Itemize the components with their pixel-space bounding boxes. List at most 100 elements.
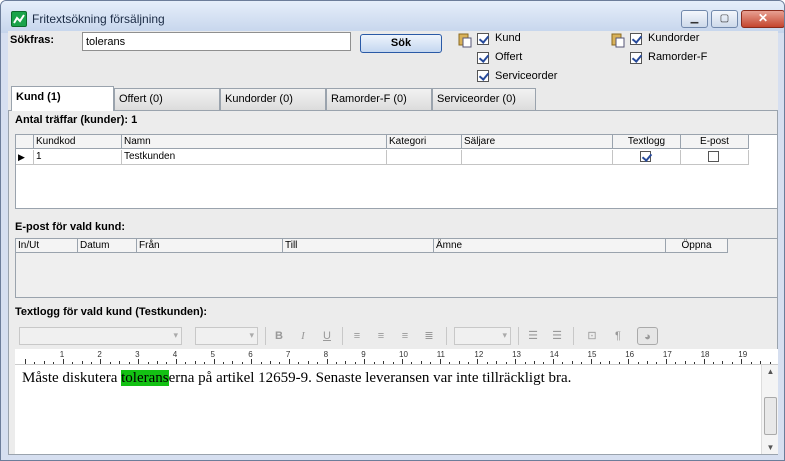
font-size-select[interactable] [195, 327, 258, 345]
ruler-tick [298, 362, 300, 364]
bullet-list-icon[interactable]: ☰ [548, 327, 566, 345]
text-editor[interactable]: Måste diskutera toleranserna på artikel … [15, 365, 778, 454]
ruler-tick [420, 361, 422, 364]
column-header-epost[interactable]: E-post [681, 135, 749, 149]
ruler-tick [81, 361, 83, 364]
align-right-icon[interactable]: ≡ [396, 327, 414, 345]
column-header-namn[interactable]: Namn [122, 135, 387, 149]
minimize-button[interactable]: ▁ [681, 10, 708, 28]
column-header-oppna[interactable]: Öppna [666, 239, 728, 253]
results-heading: Antal träffar (kunder): 1 [15, 114, 138, 126]
ruler-tick [166, 362, 168, 364]
ruler-tick [562, 362, 564, 364]
textlogg-checkbox[interactable] [640, 151, 651, 162]
scroll-down-icon[interactable]: ▼ [762, 443, 779, 452]
font-family-select[interactable] [19, 327, 182, 345]
ruler-tick [637, 362, 639, 364]
checkbox-label-offert: Offert [495, 51, 523, 63]
ruler-tick [449, 362, 451, 364]
palette-icon[interactable]: ◕ [637, 327, 658, 345]
align-center-icon[interactable]: ≡ [372, 327, 390, 345]
ruler-tick [185, 362, 187, 364]
checkbox-kund[interactable] [477, 33, 489, 45]
ruler-number: 6 [248, 350, 253, 359]
row-selector-arrow-icon[interactable]: ▶ [16, 150, 34, 165]
editor-content[interactable]: Måste diskutera toleranserna på artikel … [22, 370, 571, 387]
clipboard-icon[interactable] [457, 32, 473, 48]
ruler-tick [713, 362, 715, 364]
scroll-up-icon[interactable]: ▲ [762, 367, 779, 376]
column-header-amne[interactable]: Ämne [434, 239, 666, 253]
ruler-tick [722, 361, 724, 364]
tab-offert[interactable]: Offert (0) [114, 88, 220, 110]
ruler-tick [533, 361, 535, 364]
style-select[interactable] [454, 327, 511, 345]
column-header-datum[interactable]: Datum [78, 239, 137, 253]
checkbox-label-kundorder: Kundorder [648, 32, 700, 44]
client-area: Sökfras: Sök Kund Offert Serviceorder Ku… [8, 31, 778, 455]
ruler-tick [543, 362, 545, 364]
ruler-tick [307, 361, 309, 364]
ruler-tick [194, 361, 196, 364]
toolbar-separator [446, 327, 447, 345]
ruler-tick [241, 362, 243, 364]
checkbox-label-ramorder-f: Ramorder-F [648, 51, 708, 63]
column-header-fran[interactable]: Från [137, 239, 283, 253]
cell-kundkod[interactable]: 1 [34, 150, 122, 165]
vertical-scrollbar[interactable]: ▲ ▼ [761, 365, 778, 454]
align-justify-icon[interactable]: ≣ [420, 327, 438, 345]
toolbar-separator [573, 327, 574, 345]
ruler-number: 17 [662, 350, 672, 359]
ruler-tick [590, 359, 592, 364]
ruler-tick [100, 359, 102, 364]
scroll-thumb[interactable] [764, 397, 777, 435]
column-header-textlogg[interactable]: Textlogg [613, 135, 681, 149]
maximize-button[interactable]: ▢ [711, 10, 738, 28]
search-input[interactable] [82, 32, 351, 51]
column-header-till[interactable]: Till [283, 239, 434, 253]
tab-kundorder[interactable]: Kundorder (0) [220, 88, 326, 110]
ruler-number: 19 [738, 350, 748, 359]
clipboard-icon-2[interactable] [610, 32, 626, 48]
underline-button[interactable]: U [318, 327, 336, 345]
close-button[interactable]: ✕ [741, 10, 784, 28]
search-highlight: tolerans [121, 370, 169, 386]
indent-icon[interactable]: ⊡ [583, 327, 601, 345]
paragraph-icon[interactable]: ¶ [609, 327, 627, 345]
ruler-number: 16 [625, 350, 635, 359]
numbered-list-icon[interactable]: ☰ [524, 327, 542, 345]
title-bar[interactable]: Fritextsökning försäljning ▁ ▢ ✕ [1, 1, 784, 33]
column-header-kategori[interactable]: Kategori [387, 135, 462, 149]
search-button[interactable]: Sök [360, 34, 442, 53]
checkbox-offert[interactable] [477, 52, 489, 64]
ruler-tick [326, 359, 328, 364]
ruler-tick [496, 361, 498, 364]
ruler-number: 5 [210, 350, 215, 359]
toolbar-separator [265, 327, 266, 345]
checkbox-serviceorder[interactable] [477, 70, 489, 82]
cell-namn[interactable]: Testkunden [122, 150, 387, 165]
checkbox-kundorder[interactable] [630, 33, 642, 45]
ruler-tick [119, 361, 121, 364]
checkbox-ramorder-f[interactable] [630, 52, 642, 64]
column-header-in-ut[interactable]: In/Ut [16, 239, 78, 253]
tab-serviceorder[interactable]: Serviceorder (0) [432, 88, 536, 110]
checkbox-label-serviceorder: Serviceorder [495, 70, 558, 82]
align-left-icon[interactable]: ≡ [348, 327, 366, 345]
italic-button[interactable]: I [294, 327, 312, 345]
epost-checkbox[interactable] [708, 151, 719, 162]
cell-saljare[interactable] [462, 150, 613, 165]
cell-kategori[interactable] [387, 150, 462, 165]
cell-epost[interactable] [681, 150, 749, 165]
tab-kund[interactable]: Kund (1) [11, 86, 114, 111]
checkbox-label-kund: Kund [495, 32, 521, 44]
ruler-tick [628, 359, 630, 364]
tab-ramorder-f[interactable]: Ramorder-F (0) [326, 88, 432, 110]
ruler-tick [486, 362, 488, 364]
ruler-tick [270, 361, 272, 364]
column-header-saljare[interactable]: Säljare [462, 135, 613, 149]
cell-textlogg[interactable] [613, 150, 681, 165]
ruler-tick [402, 359, 403, 364]
column-header-kundkod[interactable]: Kundkod [34, 135, 122, 149]
bold-button[interactable]: B [270, 327, 288, 345]
